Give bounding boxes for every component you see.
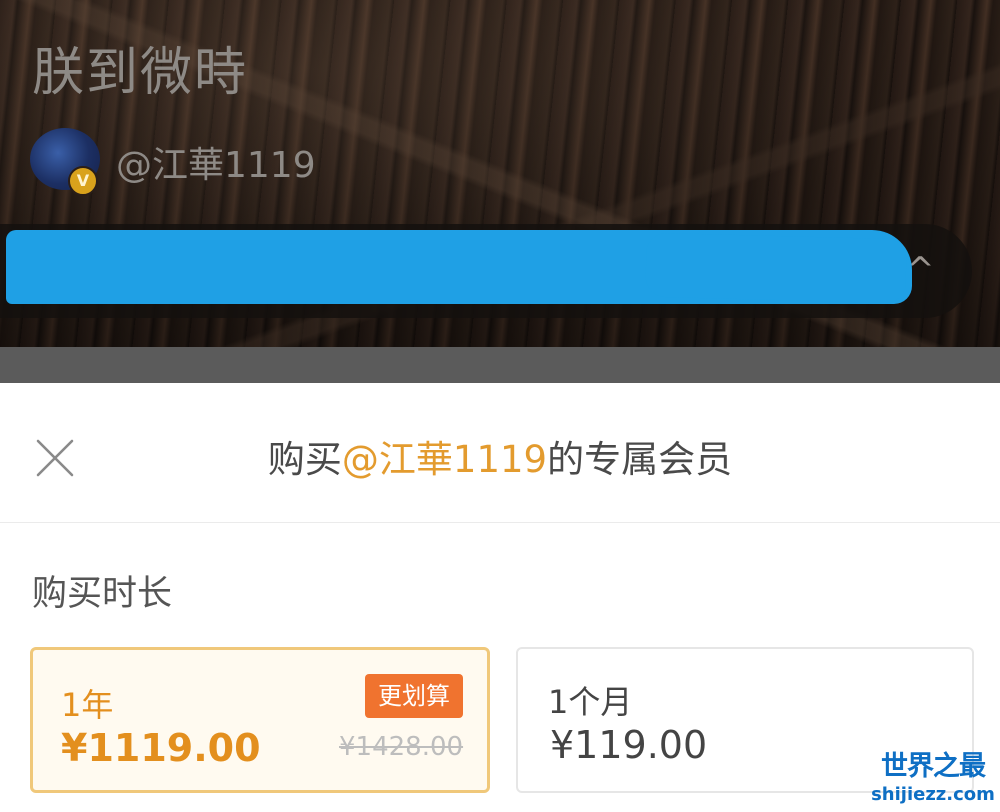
original-price: ¥1428.00 xyxy=(339,732,464,762)
purchase-sheet: 购买@江華1119的专属会员 购买时长 1年 ¥1119.00 更划算 ¥142… xyxy=(0,383,1000,812)
watermark-cn: 世界之最 xyxy=(881,751,986,782)
sheet-overlay-strip xyxy=(0,347,1000,383)
profile-handle[interactable]: @江華1119 xyxy=(116,136,316,188)
verified-badge-icon: V xyxy=(68,166,98,196)
sheet-title-suffix: 的专属会员 xyxy=(547,438,733,481)
plan-duration: 1年 xyxy=(61,686,114,724)
sheet-title: 购买@江華1119的专属会员 xyxy=(0,429,1000,483)
redaction-mark xyxy=(6,230,912,304)
plan-duration: 1个月 xyxy=(548,683,633,721)
duration-section-label: 购买时长 xyxy=(32,574,173,614)
sheet-header: 购买@江華1119的专属会员 xyxy=(0,383,1000,523)
sheet-title-handle[interactable]: @江華1119 xyxy=(342,438,547,481)
plan-option-1-year[interactable]: 1年 ¥1119.00 更划算 ¥1428.00 xyxy=(30,647,490,793)
site-watermark: 世界之最 shijiezz.com xyxy=(868,750,998,812)
plan-price: ¥1119.00 xyxy=(61,726,261,770)
better-value-badge: 更划算 xyxy=(365,674,463,718)
profile-title: 朕到微時 xyxy=(32,43,249,103)
plan-price: ¥119.00 xyxy=(550,723,708,767)
sheet-title-prefix: 购买 xyxy=(267,438,342,481)
profile-banner: 朕到微時 V @江華1119 ^ xyxy=(0,0,1000,347)
watermark-en: shijiezz.com xyxy=(871,784,995,805)
